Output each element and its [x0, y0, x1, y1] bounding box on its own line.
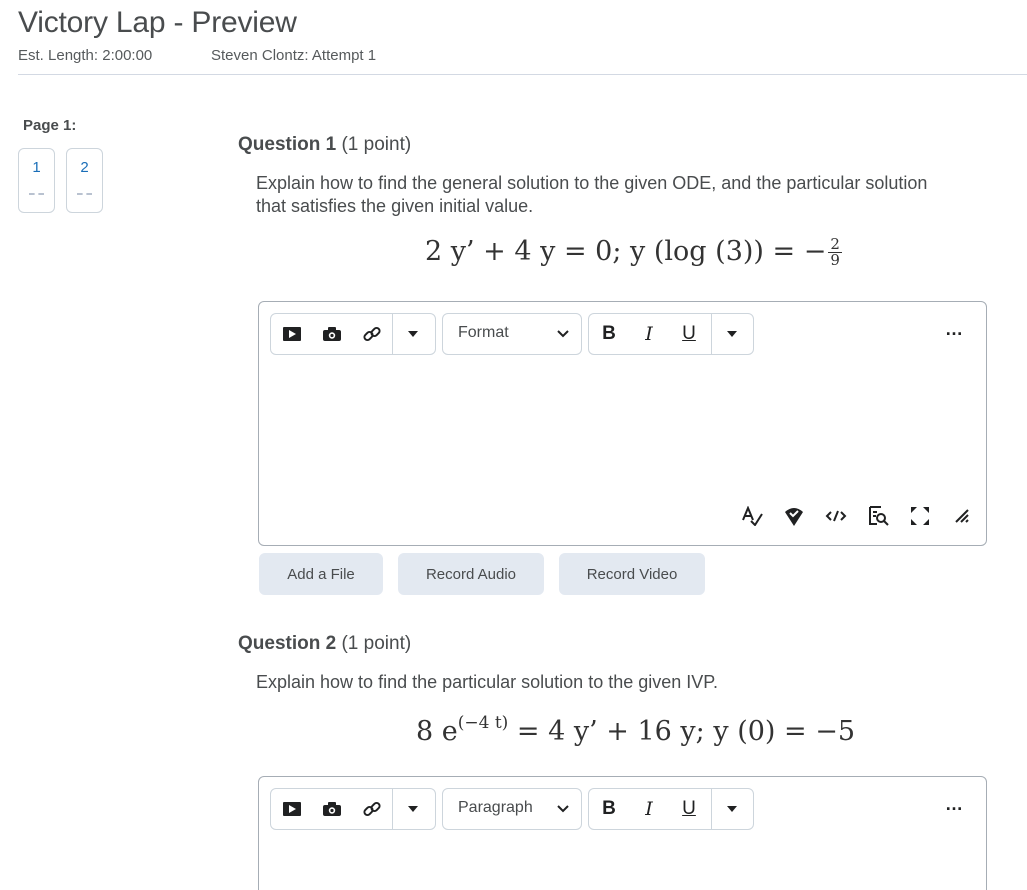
page-nav-number: 2 — [80, 159, 89, 176]
unanswered-indicator — [77, 193, 92, 195]
link-icon — [363, 326, 381, 342]
format-select[interactable]: Paragraph — [442, 788, 582, 830]
insert-video-button[interactable] — [272, 789, 312, 829]
text-style-toolbar-group: B I U — [588, 313, 754, 355]
attempt-info: Steven Clontz: Attempt 1 — [211, 47, 377, 64]
play-icon — [283, 802, 301, 816]
question-2-text: Explain how to find the particular solut… — [256, 672, 718, 692]
question-points: (1 point) — [341, 633, 412, 654]
insert-image-button[interactable] — [312, 789, 352, 829]
question-2-heading: Question 2 (1 point) — [238, 633, 411, 655]
caret-down-icon — [407, 331, 418, 337]
add-file-button[interactable]: Add a File — [259, 553, 383, 595]
underline-button[interactable]: U — [669, 789, 709, 829]
insert-video-button[interactable] — [272, 314, 312, 354]
insert-image-button[interactable] — [312, 314, 352, 354]
page-nav-number: 1 — [32, 159, 41, 176]
text-style-toolbar-group: B I U — [588, 788, 754, 830]
accessibility-checker-button[interactable] — [780, 502, 808, 530]
preview-button[interactable] — [864, 502, 892, 530]
question-points: (1 point) — [341, 134, 412, 155]
unanswered-indicator — [29, 193, 44, 195]
question-title: Question 2 — [238, 633, 337, 654]
equation-body: 2 y’ + 4 y = 0; y (log (3)) = − — [425, 236, 827, 267]
text-style-dropdown[interactable] — [711, 789, 751, 829]
question-1-answer-editor[interactable]: Format B I U … — [258, 301, 987, 546]
resize-icon — [955, 509, 969, 523]
chevron-down-icon — [557, 798, 569, 823]
question-title: Question 1 — [238, 134, 337, 155]
insert-more-dropdown[interactable] — [392, 314, 432, 354]
bold-button[interactable]: B — [589, 314, 629, 354]
italic-button[interactable]: I — [629, 314, 669, 354]
record-video-button[interactable]: Record Video — [559, 553, 705, 595]
question-1-heading: Question 1 (1 point) — [238, 134, 411, 156]
italic-button[interactable]: I — [629, 789, 669, 829]
chevron-down-icon — [557, 323, 569, 348]
question-2-answer-editor[interactable]: Paragraph B I U … — [258, 776, 987, 890]
caret-down-icon — [726, 331, 737, 337]
spellcheck-button[interactable] — [738, 502, 766, 530]
insert-link-button[interactable] — [352, 789, 392, 829]
fullscreen-icon — [911, 507, 929, 525]
resize-handle[interactable] — [948, 502, 976, 530]
more-options-button[interactable]: … — [945, 795, 964, 813]
code-icon — [825, 510, 847, 522]
record-audio-button[interactable]: Record Audio — [398, 553, 544, 595]
insert-link-button[interactable] — [352, 314, 392, 354]
underline-button[interactable]: U — [669, 314, 709, 354]
spellcheck-icon — [742, 506, 763, 526]
caret-down-icon — [407, 806, 418, 812]
fraction: 29 — [828, 237, 842, 268]
format-select-label: Format — [458, 324, 509, 341]
fullscreen-button[interactable] — [906, 502, 934, 530]
page-label: Page 1: — [23, 117, 77, 134]
equation-exponent: (−4 t) — [457, 713, 509, 733]
insert-toolbar-group — [270, 313, 436, 355]
page-nav-question-2[interactable]: 2 — [66, 148, 103, 213]
est-length: Est. Length: 2:00:00 — [18, 47, 153, 64]
insert-toolbar-group — [270, 788, 436, 830]
equation-base: 8 e — [416, 716, 458, 747]
page-title: Victory Lap - Preview — [18, 6, 297, 39]
format-select-label: Paragraph — [458, 799, 533, 816]
equation-rest: = 4 y’ + 16 y; y (0) = −5 — [508, 716, 856, 747]
caret-down-icon — [726, 806, 737, 812]
link-icon — [363, 801, 381, 817]
preview-icon — [869, 506, 889, 526]
question-1-equation: 2 y’ + 4 y = 0; y (log (3)) = −2 9 — [425, 236, 842, 268]
question-1-text: Explain how to find the general solution… — [256, 173, 928, 216]
format-select[interactable]: Format — [442, 313, 582, 355]
question-2-equation: 8 e(−4 t) = 4 y’ + 16 y; y (0) = −5 — [416, 713, 855, 747]
header-divider — [18, 74, 1027, 75]
fraction-denominator: 9 — [830, 251, 840, 269]
camera-icon — [323, 802, 341, 816]
page-nav-question-1[interactable]: 1 — [18, 148, 55, 213]
accessibility-icon — [785, 508, 803, 526]
camera-icon — [323, 327, 341, 341]
source-code-button[interactable] — [822, 502, 850, 530]
more-options-button[interactable]: … — [945, 320, 964, 338]
play-icon — [283, 327, 301, 341]
bold-button[interactable]: B — [589, 789, 629, 829]
insert-more-dropdown[interactable] — [392, 789, 432, 829]
text-style-dropdown[interactable] — [711, 314, 751, 354]
